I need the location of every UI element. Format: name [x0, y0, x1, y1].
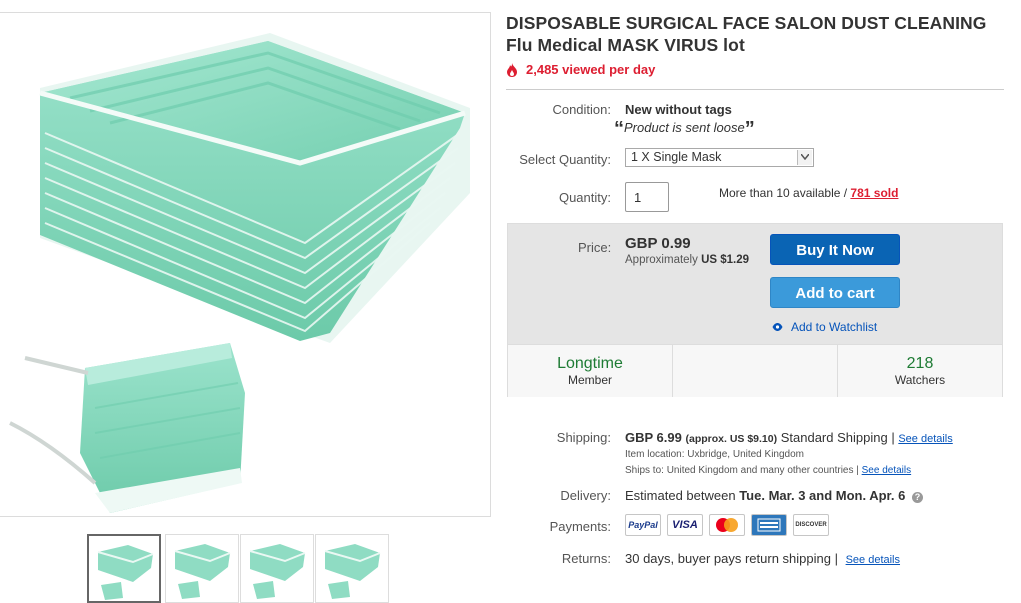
visa-label: VISA — [672, 519, 698, 531]
price-approx-value: US $1.29 — [701, 254, 750, 266]
delivery-prefix: Estimated between — [625, 488, 736, 503]
item-location: Item location: Uxbridge, United Kingdom — [625, 449, 804, 460]
visa-icon: VISA — [667, 514, 703, 536]
price-label: Price: — [578, 240, 612, 255]
delivery-value: Estimated between Tue. Mar. 3 and Mon. A… — [625, 488, 923, 503]
shipping-see-details-link[interactable]: See details — [898, 433, 952, 445]
returns-text: 30 days, buyer pays return shipping | — [625, 551, 838, 566]
stat-longtime-member: Longtime Member — [508, 345, 673, 397]
item-location-value: Uxbridge, United Kingdom — [687, 449, 804, 460]
mastercard-logo — [716, 518, 738, 532]
seller-stats: Longtime Member 218 Watchers — [508, 344, 1002, 397]
ships-to: Ships to: United Kingdom and many other … — [625, 465, 911, 476]
stat-big: 218 — [906, 355, 934, 372]
shipping-service: Standard Shipping | — [780, 430, 895, 445]
buy-it-now-button[interactable]: Buy It Now — [770, 234, 900, 265]
price-approx: Approximately US $1.29 — [625, 254, 749, 266]
availability-info: More than 10 available / 781 sold — [719, 186, 898, 200]
thumbnail-1[interactable] — [87, 534, 161, 603]
thumbnail-4[interactable] — [315, 534, 389, 603]
ships-to-label: Ships to: — [625, 465, 664, 476]
discover-icon: DISCOVER — [793, 514, 829, 536]
condition-note: “Product is sent loose” — [614, 118, 755, 140]
stat-watchers: 218 Watchers — [838, 345, 1002, 397]
returns-label: Returns: — [561, 551, 611, 566]
quantity-input[interactable]: 1 — [625, 182, 669, 212]
price-approx-prefix: Approximately — [625, 254, 698, 266]
shipping-approx: (approx. US $9.10) — [685, 433, 778, 445]
view-count-text: 2,485 viewed per day — [526, 62, 656, 77]
american-express-icon — [751, 514, 787, 536]
select-quantity-label: Select Quantity: — [519, 152, 611, 167]
mastercard-icon — [709, 514, 745, 536]
add-to-cart-button[interactable]: Add to cart — [770, 277, 900, 308]
returns-value: 30 days, buyer pays return shipping | Se… — [625, 551, 900, 566]
quantity-label: Quantity: — [558, 190, 611, 205]
flame-icon — [507, 62, 517, 77]
returns-see-details-link[interactable]: See details — [846, 554, 900, 566]
amex-logo — [757, 518, 781, 532]
shipping-label: Shipping: — [556, 430, 611, 445]
thumbnail-3[interactable] — [240, 534, 314, 603]
face-mask-stack-image — [9, 33, 470, 513]
stat-empty — [673, 345, 838, 397]
divider — [506, 89, 1004, 90]
stat-big: Longtime — [557, 355, 623, 372]
ships-to-value: United Kingdom and many other countries … — [666, 465, 859, 476]
main-product-image[interactable] — [0, 12, 491, 517]
listing-title: DISPOSABLE SURGICAL FACE SALON DUST CLEA… — [506, 13, 987, 55]
quantity-option-value: 1 X Single Mask — [631, 150, 722, 164]
delivery-range: Tue. Mar. 3 and Mon. Apr. 6 — [739, 488, 906, 503]
discover-label: DISCOVER — [795, 522, 827, 528]
quantity-option-select[interactable]: 1 X Single Mask — [625, 148, 814, 167]
thumbnail-2[interactable] — [165, 534, 239, 603]
watchlist-label: Add to Watchlist — [791, 320, 878, 334]
view-count: 2,485 viewed per day — [506, 62, 655, 77]
help-icon[interactable]: ? — [911, 492, 923, 503]
condition-note-text: Product is sent loose — [624, 120, 745, 135]
sold-count-link[interactable]: 781 sold — [850, 186, 898, 200]
ships-to-see-details-link[interactable]: See details — [862, 465, 911, 476]
item-location-label: Item location: — [625, 449, 685, 460]
payment-methods: PayPal VISA DISCOVER — [625, 514, 829, 536]
payments-label: Payments: — [549, 519, 611, 534]
add-to-watchlist-link[interactable]: Add to Watchlist — [772, 320, 877, 334]
chevron-down-icon — [797, 150, 812, 165]
condition-label: Condition: — [552, 102, 611, 117]
delivery-label: Delivery: — [560, 488, 611, 503]
eye-icon — [772, 323, 783, 331]
shipping-value: GBP 6.99 (approx. US $9.10) Standard Shi… — [625, 430, 953, 445]
shipping-cost: GBP 6.99 — [625, 430, 682, 445]
paypal-icon: PayPal — [625, 514, 661, 536]
buy-box: Price: GBP 0.99 Approximately US $1.29 B… — [507, 223, 1003, 397]
stat-small: Member — [567, 373, 612, 387]
price-value: GBP 0.99 — [625, 235, 691, 252]
stat-small: Watchers — [894, 373, 946, 387]
condition-value: New without tags — [625, 102, 732, 117]
availability-text: More than 10 available / — [719, 186, 851, 200]
